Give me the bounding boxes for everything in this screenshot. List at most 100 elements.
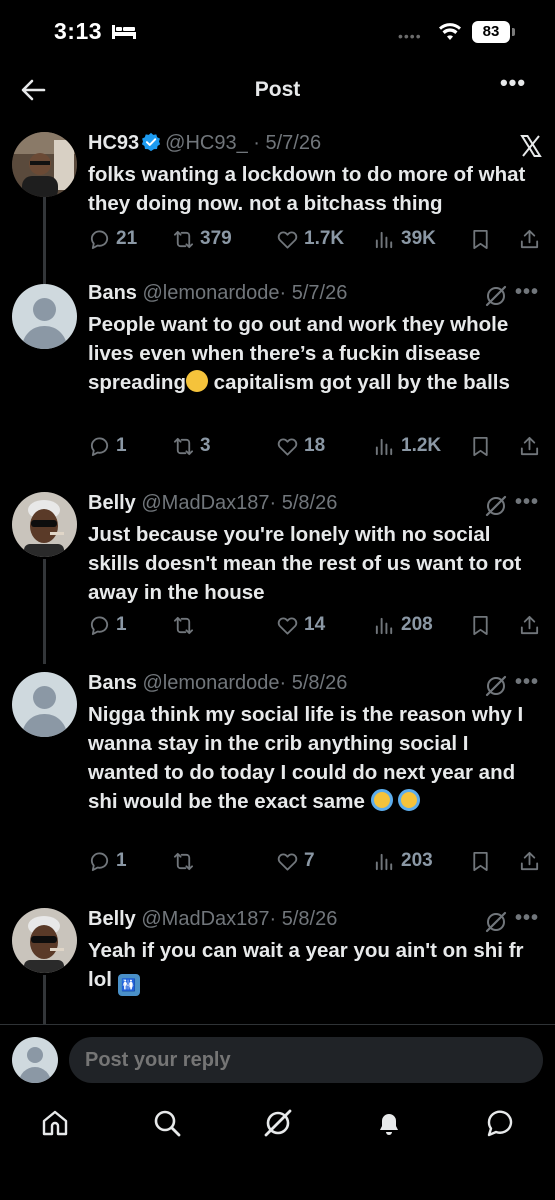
nav-notifications[interactable] — [374, 1108, 404, 1138]
share-icon — [520, 851, 539, 870]
share-button[interactable] — [518, 431, 546, 461]
grok-icon[interactable] — [484, 910, 508, 934]
author-handle[interactable]: @lemonardode — [142, 672, 279, 694]
reply-button[interactable]: 1 — [88, 610, 127, 640]
repost-button[interactable] — [172, 846, 200, 876]
nav-search[interactable] — [152, 1108, 182, 1138]
views-button[interactable]: 208 — [373, 610, 433, 640]
avatar[interactable] — [12, 908, 77, 973]
views-button[interactable]: 203 — [373, 846, 433, 876]
more-horizontal-icon[interactable]: ••• — [498, 72, 528, 102]
reply-count: 1 — [116, 614, 127, 635]
author-name[interactable]: Belly — [88, 492, 136, 514]
bookmark-button[interactable] — [469, 224, 497, 254]
reply-button[interactable]: 21 — [88, 224, 137, 254]
reply-input[interactable] — [69, 1037, 543, 1083]
views-icon — [375, 617, 393, 634]
more-horizontal-icon[interactable]: ••• — [514, 492, 540, 518]
author-name[interactable]: HC93 — [88, 132, 139, 154]
reply-count: 1 — [116, 435, 127, 456]
nav-home[interactable] — [40, 1108, 70, 1138]
more-horizontal-icon[interactable]: ••• — [514, 908, 540, 934]
repost-button[interactable] — [172, 610, 200, 640]
like-button[interactable]: 1.7K — [276, 224, 344, 254]
like-button[interactable]: 14 — [276, 610, 325, 640]
heart-icon — [277, 438, 298, 456]
author-name[interactable]: Bans — [88, 672, 137, 694]
grok-icon — [264, 1109, 292, 1137]
share-button[interactable] — [518, 610, 546, 640]
page-title: Post — [254, 78, 301, 101]
avatar[interactable] — [12, 132, 77, 197]
like-button[interactable]: 18 — [276, 431, 325, 461]
post-date: · 5/8/26 — [269, 908, 338, 930]
repost-button[interactable]: 3 — [172, 431, 211, 461]
author-handle[interactable]: @HC93_ — [165, 132, 248, 154]
tweet-actions: 1 3 18 1.2K — [88, 431, 548, 461]
tweet-text: People want to go out and work they whol… — [88, 310, 538, 397]
tweet[interactable]: Bans @lemonardode· 5/7/26 ••• People wan… — [0, 274, 555, 484]
author-handle[interactable]: @lemonardode — [142, 282, 279, 304]
repost-icon — [173, 230, 194, 248]
bookmark-icon — [473, 229, 488, 249]
repost-icon — [173, 616, 194, 634]
more-horizontal-icon[interactable]: ••• — [514, 672, 540, 698]
repost-icon — [173, 852, 194, 870]
search-icon — [154, 1110, 181, 1137]
avatar[interactable] — [12, 672, 77, 737]
avatar[interactable] — [12, 1037, 58, 1083]
bookmark-icon — [473, 436, 488, 456]
reply-button[interactable]: 1 — [88, 431, 127, 461]
crying-face-emoji — [370, 789, 393, 811]
home-icon — [42, 1110, 68, 1136]
status-time: 3:13 — [54, 18, 103, 44]
tweet-text-part: Nigga think my social life is the reason… — [88, 703, 524, 813]
heart-icon — [277, 853, 298, 871]
author-handle[interactable]: @MadDax187 — [141, 908, 269, 930]
nav-messages[interactable] — [485, 1108, 515, 1138]
tweet-text: Yeah if you can wait a year you ain't on… — [88, 936, 538, 996]
views-count: 208 — [401, 614, 433, 635]
battery-icon: 83 — [472, 21, 515, 43]
x-logo-icon — [520, 135, 542, 157]
bookmark-button[interactable] — [469, 610, 497, 640]
share-button[interactable] — [518, 846, 546, 876]
thread-line — [43, 559, 46, 664]
tweet[interactable]: Belly @MadDax187· 5/8/26 ••• Yeah if you… — [0, 900, 555, 1024]
nav-grok[interactable] — [263, 1108, 293, 1138]
like-button[interactable]: 7 — [276, 846, 315, 876]
views-button[interactable]: 1.2K — [373, 431, 441, 461]
bottom-nav — [0, 1096, 555, 1200]
reply-button[interactable]: 1 — [88, 846, 127, 876]
post-date: · 5/8/26 — [269, 492, 338, 514]
tweet-meta: Bans @lemonardode· 5/7/26 — [88, 282, 347, 305]
repost-button[interactable]: 379 — [172, 224, 232, 254]
author-handle[interactable]: @MadDax187 — [141, 492, 269, 514]
post-header: Post ••• — [0, 66, 555, 114]
thread: HC93 @HC93_ · 5/7/26 folks wanting a lock… — [0, 124, 555, 1024]
bookmark-button[interactable] — [469, 431, 497, 461]
reply-icon — [90, 616, 109, 635]
crying-face-emoji — [398, 789, 421, 811]
grok-icon[interactable] — [484, 284, 508, 308]
grok-icon[interactable] — [484, 674, 508, 698]
views-icon — [375, 231, 393, 248]
reply-icon — [90, 437, 109, 456]
share-button[interactable] — [518, 224, 546, 254]
restroom-emoji: 🚻 — [117, 974, 140, 996]
notifications-icon — [380, 1114, 398, 1135]
author-name[interactable]: Bans — [88, 282, 137, 304]
repost-count: 379 — [200, 228, 232, 249]
more-horizontal-icon[interactable]: ••• — [514, 282, 540, 308]
tweet[interactable]: Belly @MadDax187· 5/8/26 ••• Just becaus… — [0, 484, 555, 664]
tweet[interactable]: HC93 @HC93_ · 5/7/26 folks wanting a lock… — [0, 124, 555, 284]
author-name[interactable]: Belly — [88, 908, 136, 930]
views-button[interactable]: 39K — [373, 224, 436, 254]
avatar[interactable] — [12, 284, 77, 349]
tweet-meta: Belly @MadDax187· 5/8/26 — [88, 492, 337, 515]
post-date: · 5/7/26 — [253, 132, 322, 154]
grok-icon[interactable] — [484, 494, 508, 518]
tweet[interactable]: Bans @lemonardode· 5/8/26 ••• Nigga thin… — [0, 664, 555, 900]
avatar[interactable] — [12, 492, 77, 557]
bookmark-button[interactable] — [469, 846, 497, 876]
